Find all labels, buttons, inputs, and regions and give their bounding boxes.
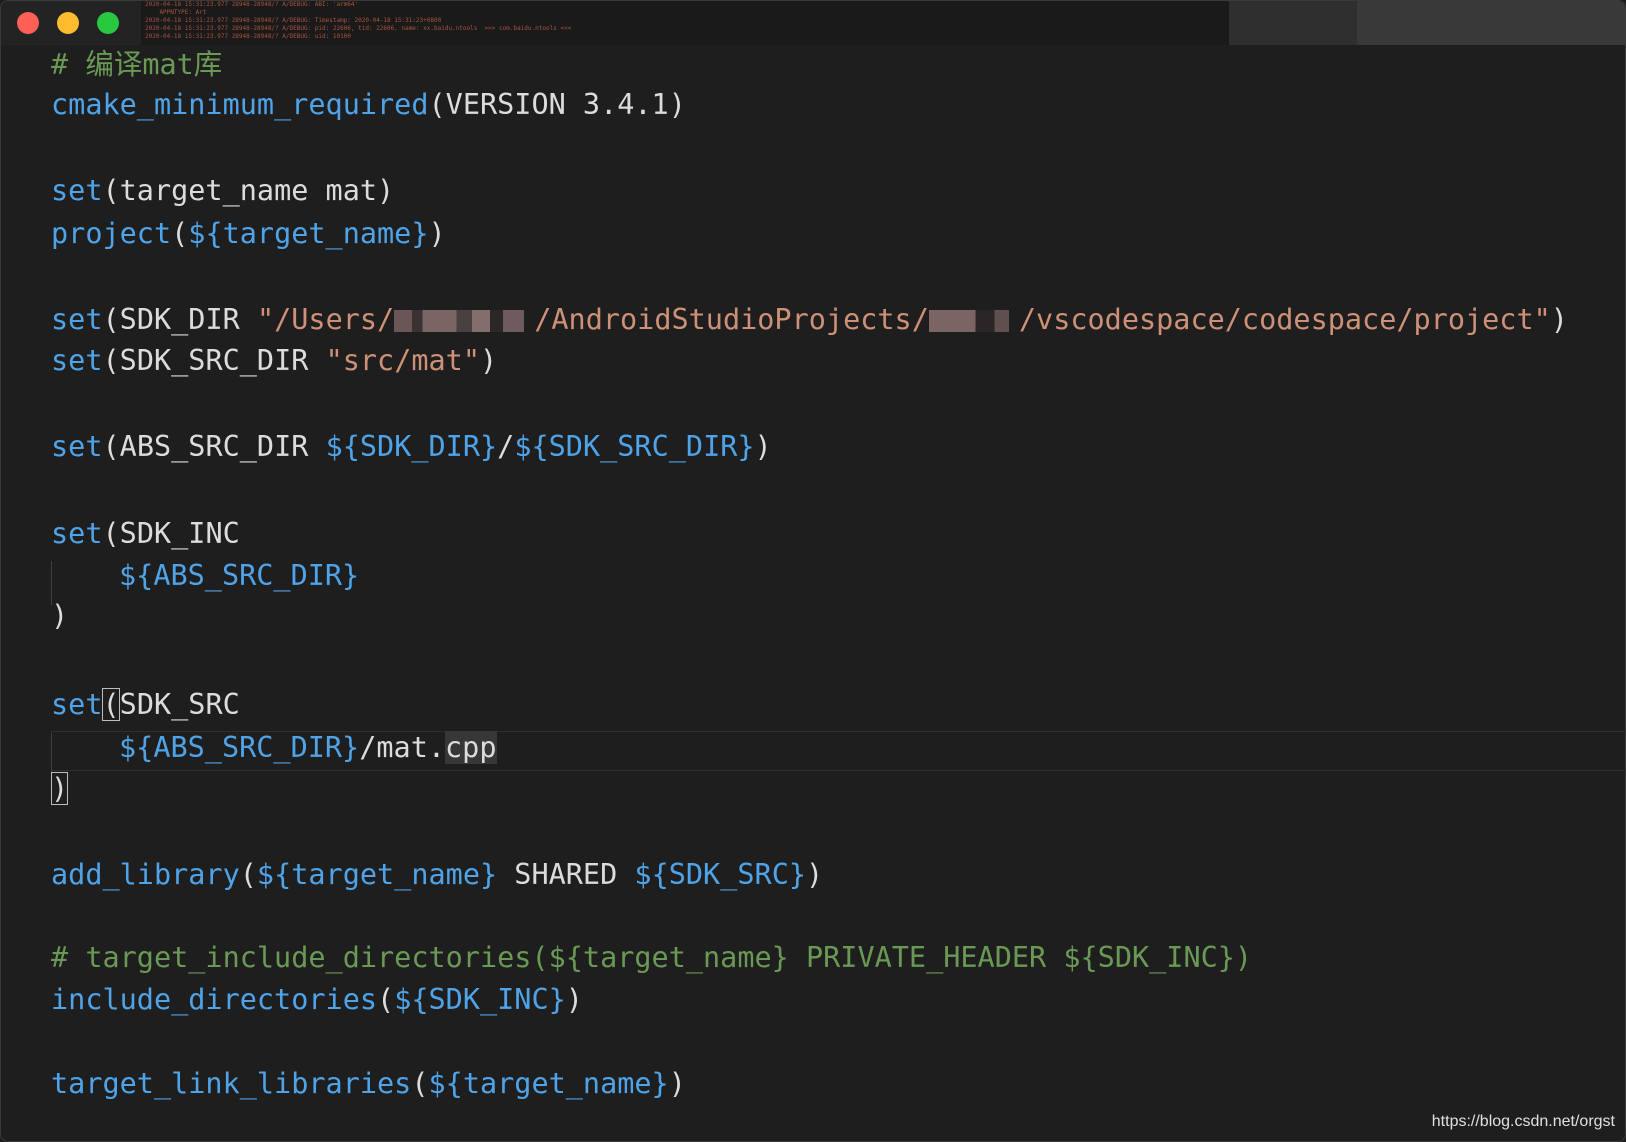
variable: ${SDK_SRC} [634, 858, 807, 891]
comment: # 编译mat库 [51, 48, 223, 81]
paren: ( [102, 517, 120, 550]
variable: ${SDK_DIR} [325, 430, 498, 463]
paren: ( [377, 983, 395, 1016]
argument-name: SDK_SRC [119, 688, 240, 721]
paren: ( [171, 217, 189, 250]
code-line-4[interactable]: set(target_name mat) [51, 171, 394, 211]
argument-name: SDK_SRC_DIR [119, 344, 326, 377]
argument-name: SDK_INC [119, 517, 240, 550]
code-line-23[interactable]: include_directories(${SDK_INC}) [51, 980, 583, 1020]
code-line-17[interactable]: ${ABS_SRC_DIR}/mat.cpp [119, 728, 497, 768]
function-name: include_directories [51, 983, 378, 1016]
arguments: (VERSION 3.4.1) [428, 88, 686, 121]
background-log-window: 2020-04-18 15:31:23.977 28948-28948/? A/… [141, 1, 1230, 45]
maximize-window-button[interactable] [97, 12, 119, 34]
editor-window: 2020-04-18 15:31:23.977 28948-28948/? A/… [0, 0, 1626, 1142]
log-line: APPNTYPE: Art [145, 9, 207, 16]
background-window-panel [1357, 1, 1625, 45]
function-name: project [51, 217, 172, 250]
background-window-panel [1229, 1, 1357, 45]
matched-bracket: ( [102, 688, 120, 721]
string-literal: "/Users/ [256, 303, 395, 336]
function-name: set [51, 174, 103, 207]
variable: ${target_name} [256, 858, 498, 891]
function-name: set [51, 430, 103, 463]
code-line-2[interactable]: cmake_minimum_required(VERSION 3.4.1) [51, 85, 686, 125]
argument-name: SDK_DIR [119, 303, 257, 336]
paren: ( [102, 430, 120, 463]
function-name: set [51, 344, 103, 377]
variable: ${target_name} [428, 1067, 669, 1100]
string-literal: /AndroidStudioProjects/ [534, 303, 929, 336]
function-name: set [51, 688, 103, 721]
paren: ) [565, 983, 583, 1016]
code-line-5[interactable]: project(${target_name}) [51, 214, 446, 254]
log-line: 2020-04-18 15:31:23.977 28948-28948/? A/… [145, 25, 572, 32]
paren: ( [102, 303, 120, 336]
code-line-10[interactable]: set(ABS_SRC_DIR ${SDK_DIR}/${SDK_SRC_DIR… [51, 427, 772, 467]
function-name: set [51, 517, 103, 550]
code-line-25[interactable]: target_link_libraries(${target_name}) [51, 1064, 686, 1104]
paren: ( [411, 1067, 429, 1100]
redacted-folder [928, 310, 1009, 332]
code-line-18[interactable]: ) [51, 769, 69, 809]
code-line-1[interactable]: # 编译mat库 [51, 45, 222, 85]
argument-name: ABS_SRC_DIR [119, 430, 326, 463]
function-name: set [51, 303, 103, 336]
paren: ( [102, 344, 120, 377]
close-window-button[interactable] [17, 12, 39, 34]
code-line-16[interactable]: set(SDK_SRC [51, 685, 240, 725]
comment: # target_include_directories(${target_na… [51, 941, 1253, 974]
function-name: add_library [51, 858, 240, 891]
paren: ) [806, 858, 824, 891]
matched-bracket: ) [51, 772, 69, 805]
variable: ${ABS_SRC_DIR} [119, 731, 360, 764]
log-line: 2020-04-18 15:31:23.977 28948-28948/? A/… [145, 1, 359, 8]
code-line-22[interactable]: # target_include_directories(${target_na… [51, 938, 1252, 978]
string-literal: /vscodespace/codespace/project" [1018, 303, 1551, 336]
variable: ${SDK_SRC_DIR} [514, 430, 755, 463]
keyword: SHARED [497, 858, 635, 891]
code-line-20[interactable]: add_library(${target_name} SHARED ${SDK_… [51, 855, 823, 895]
title-bar: 2020-04-18 15:31:23.977 28948-28948/? A/… [1, 1, 1625, 45]
code-line-8[interactable]: set(SDK_SRC_DIR "src/mat") [51, 341, 497, 381]
code-editor[interactable]: # 编译mat库 cmake_minimum_required(VERSION … [1, 45, 1625, 1141]
log-line: 2020-04-18 15:31:23.977 28948-28948/? A/… [145, 33, 351, 40]
code-line-12[interactable]: set(SDK_INC [51, 514, 240, 554]
paren: ) [480, 344, 498, 377]
minimize-window-button[interactable] [57, 12, 79, 34]
slash: / [497, 430, 515, 463]
paren: ( [239, 858, 257, 891]
function-name: target_link_libraries [51, 1067, 412, 1100]
string-literal: "src/mat" [325, 344, 480, 377]
variable: ${SDK_INC} [394, 983, 566, 1016]
code-line-13[interactable]: ${ABS_SRC_DIR} [119, 556, 359, 596]
paren: ) [754, 430, 772, 463]
code-line-7[interactable]: set(SDK_DIR "/Users/ /AndroidStudioProjec… [51, 300, 1568, 340]
paren: ) [668, 1067, 686, 1100]
variable: ${target_name} [188, 217, 429, 250]
selected-text[interactable]: cpp [445, 731, 497, 764]
variable: ${ABS_SRC_DIR} [119, 559, 360, 592]
watermark: https://blog.csdn.net/orgst [1431, 1113, 1615, 1130]
log-line: 2020-04-18 15:31:23.977 28948-28948/? A/… [145, 17, 442, 24]
arguments: (target_name mat) [102, 174, 395, 207]
paren: ) [428, 217, 446, 250]
function-name: cmake_minimum_required [51, 88, 429, 121]
file-path: /mat. [359, 731, 446, 764]
code-line-14[interactable]: ) [51, 596, 68, 636]
paren: ) [1550, 303, 1568, 336]
paren: ) [51, 599, 69, 632]
redacted-username [394, 310, 525, 332]
